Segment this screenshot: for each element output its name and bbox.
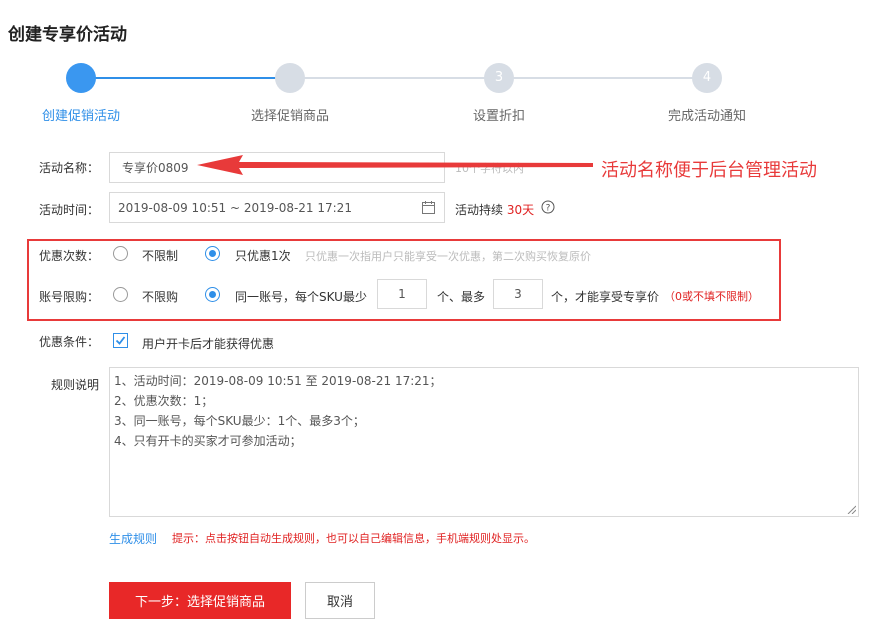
rules-line-4: 4、只有开卡的买家才可参加活动； (114, 434, 302, 448)
limit-same-account-label[interactable]: 同一账号，每个SKU最少 (235, 288, 367, 305)
condition-label: 优惠条件： (39, 335, 100, 349)
activity-time-label: 活动时间： (39, 203, 100, 217)
page-title: 创建专享价活动 (8, 25, 127, 45)
step-line-3 (499, 77, 707, 79)
max-quantity-value: 3 (514, 287, 522, 301)
step-circle-2[interactable] (275, 63, 305, 93)
limit-tail-text: 个，才能享受专享价 (551, 290, 660, 304)
duration-value: 30天 (506, 203, 535, 217)
account-limit-label: 账号限购： (39, 290, 100, 304)
limit-unlimited-radio[interactable] (113, 287, 128, 302)
step-circle-1[interactable] (66, 63, 96, 93)
discount-unlimited-label[interactable]: 不限制 (142, 247, 178, 264)
limit-same-account-radio[interactable] (205, 287, 220, 302)
step-label-3: 设置折扣 (472, 109, 526, 124)
progress-steps: 3 4 创建促销活动 选择促销商品 设置折扣 完成活动通知 (0, 60, 878, 130)
rules-tip: 提示：点击按钮自动生成规则，也可以自己编辑信息，手机端规则处显示。 (172, 532, 535, 545)
min-quantity-input[interactable]: 1 (377, 279, 427, 309)
step-circle-3[interactable]: 3 (484, 63, 514, 93)
step-label-1: 创建促销活动 (41, 109, 121, 124)
activity-time-input[interactable]: 2019-08-09 10:51 ~ 2019-08-21 17:21 (109, 192, 445, 223)
rules-textarea[interactable]: 1、活动时间：2019-08-09 10:51 至 2019-08-21 17:… (109, 367, 859, 517)
limit-note: （0或不填不限制） (664, 290, 759, 303)
member-card-checkbox[interactable] (113, 333, 128, 348)
step-label-4: 完成活动通知 (667, 109, 747, 124)
calendar-icon[interactable] (422, 201, 435, 217)
step-label-2: 选择促销商品 (250, 109, 330, 124)
min-quantity-value: 1 (398, 287, 406, 301)
checkmark-icon (115, 336, 126, 345)
generate-rules-link[interactable]: 生成规则 (109, 530, 157, 547)
rules-line-2: 2、优惠次数：1； (114, 394, 214, 408)
step-line-1 (81, 77, 290, 79)
limit-unlimited-label[interactable]: 不限购 (142, 288, 178, 305)
activity-name-label: 活动名称： (39, 161, 100, 175)
discount-times-hint: 只优惠一次指用户只能享受一次优惠，第二次购买恢复原价 (305, 250, 591, 263)
rules-label: 规则说明 (51, 378, 100, 392)
discount-times-label: 优惠次数： (39, 249, 100, 263)
svg-text:?: ? (546, 204, 551, 214)
discount-once-radio[interactable] (205, 246, 220, 261)
help-icon[interactable]: ? (541, 200, 555, 214)
step-circle-4[interactable]: 4 (692, 63, 722, 93)
duration-text: 活动持续 (455, 203, 504, 217)
activity-name-value: 专享价0809 (122, 161, 189, 175)
rules-line-1: 1、活动时间：2019-08-09 10:51 至 2019-08-21 17:… (114, 374, 442, 388)
resize-handle-icon[interactable] (847, 505, 856, 514)
member-card-checkbox-label[interactable]: 用户开卡后才能获得优惠 (142, 335, 274, 352)
discount-once-label[interactable]: 只优惠1次 (235, 247, 291, 264)
max-quantity-input[interactable]: 3 (493, 279, 543, 309)
annotation-arrow-icon (197, 155, 593, 175)
step-line-2 (290, 77, 499, 79)
cancel-button[interactable]: 取消 (305, 582, 375, 619)
discount-unlimited-radio[interactable] (113, 246, 128, 261)
next-step-button[interactable]: 下一步：选择促销商品 (109, 582, 291, 619)
activity-time-value: 2019-08-09 10:51 ~ 2019-08-21 17:21 (118, 200, 352, 215)
rules-line-3: 3、同一账号，每个SKU最少：1个、最多3个； (114, 414, 365, 428)
limit-mid-text: 个、最多 (437, 290, 486, 304)
annotation-text: 活动名称便于后台管理活动 (601, 160, 817, 181)
duration-label: 活动持续 30天 (455, 201, 534, 218)
